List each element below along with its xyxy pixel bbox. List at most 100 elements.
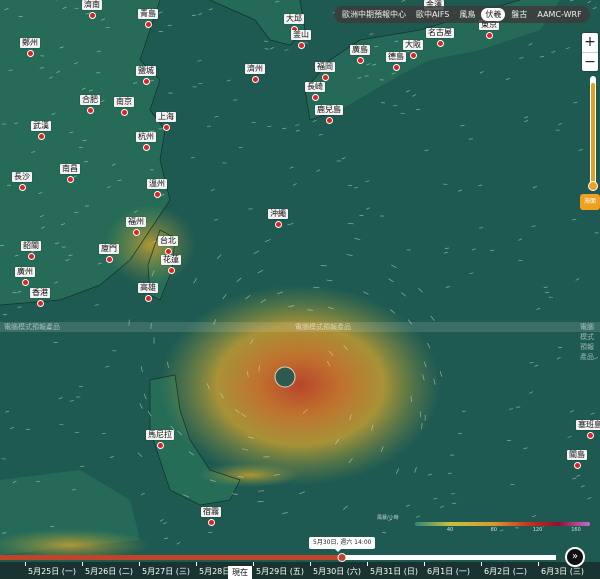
city-marker[interactable]: 南京 — [114, 97, 134, 116]
city-dot — [164, 248, 172, 255]
city-marker[interactable]: 花蓮 — [161, 255, 181, 274]
city-marker[interactable]: 鹽城 — [136, 66, 156, 85]
watermark-text: 電腦模式預報產品 — [580, 323, 594, 361]
city-marker[interactable]: 濟州 — [245, 64, 265, 83]
timeline-day-label[interactable]: 5月25日 (一) — [28, 566, 76, 577]
city-label: 杭州 — [136, 132, 156, 142]
city-dot — [26, 50, 34, 57]
city-marker[interactable]: 馬尼拉 — [146, 430, 174, 449]
city-dot — [21, 279, 29, 286]
city-label: 廣州 — [15, 267, 35, 277]
model-fengniao[interactable]: 風鳥 — [455, 8, 479, 21]
city-marker[interactable]: 香港 — [30, 288, 50, 307]
watermark-band: 電腦模式預報產品 電腦模式預報產品 電腦模式預報產品 — [0, 322, 600, 361]
legend-tick: 80 — [490, 527, 497, 533]
timeline-day-label[interactable]: 5月29日 (五) — [256, 566, 304, 577]
city-label: 德島 — [386, 52, 406, 62]
city-label: 南京 — [114, 97, 134, 107]
zoom-in-button[interactable]: + — [582, 33, 598, 52]
model-fuxi[interactable]: 伏羲 — [481, 8, 506, 21]
model-aamc-wrf[interactable]: AAMC-WRF — [533, 9, 585, 20]
city-marker[interactable]: 福州 — [126, 217, 146, 236]
city-label: 鹽城 — [136, 66, 156, 76]
timeline-day-label[interactable]: 5月26日 (二) — [85, 566, 133, 577]
city-marker[interactable]: 宿霧 — [201, 507, 221, 526]
timeline-day-label[interactable]: 5月27日 (三) — [142, 566, 190, 577]
timeline-handle[interactable] — [337, 553, 347, 562]
city-dot — [142, 78, 150, 85]
city-label: 濟南 — [82, 0, 102, 10]
city-marker[interactable]: 廣島 — [350, 45, 370, 64]
city-marker[interactable]: 溫州 — [147, 179, 167, 198]
weather-map[interactable] — [0, 0, 600, 579]
city-dot — [436, 40, 444, 47]
timeline-days: 5月25日 (一) 5月26日 (二) 5月27日 (三) 5月28日 (四) 5月29… — [0, 562, 600, 579]
city-dot — [485, 32, 493, 39]
model-pangu[interactable]: 盤古 — [507, 8, 531, 21]
city-marker[interactable]: 鹿兒島 — [315, 105, 343, 124]
city-marker[interactable]: 杭州 — [136, 132, 156, 151]
level-label[interactable]: 海面 — [580, 194, 600, 210]
timeline-day-label[interactable]: 5月31日 (日) — [370, 566, 418, 577]
city-dot — [132, 229, 140, 236]
city-marker[interactable]: 濟南 — [82, 0, 102, 19]
city-marker[interactable]: 台北 — [158, 236, 178, 255]
model-ecmwf[interactable]: 歐洲中期預報中心 — [338, 8, 410, 21]
city-label: 廣島 — [350, 45, 370, 55]
city-dot — [153, 191, 161, 198]
legend-tick: 120 — [532, 527, 543, 533]
city-marker[interactable]: 釜山 — [291, 30, 311, 49]
city-label: 武漢 — [31, 121, 51, 131]
city-marker[interactable]: 鄭州 — [20, 38, 40, 57]
city-marker[interactable]: 塞班島 — [576, 420, 600, 439]
city-marker[interactable]: 沖繩 — [268, 209, 288, 228]
city-marker[interactable]: 德島 — [386, 52, 406, 71]
city-marker[interactable]: 大阪 — [403, 40, 423, 59]
city-dot — [18, 184, 26, 191]
city-dot — [37, 133, 45, 140]
city-dot — [88, 12, 96, 19]
city-marker[interactable]: 上海 — [156, 112, 176, 131]
city-marker[interactable]: 名古屋 — [426, 28, 454, 47]
city-marker[interactable]: 長沙 — [12, 172, 32, 191]
legend-tick: 40 — [446, 527, 454, 533]
city-marker[interactable]: 長崎 — [305, 82, 325, 101]
timeline-day-label[interactable]: 5月30日 (六) — [313, 566, 361, 577]
city-marker[interactable]: 廈門 — [99, 244, 119, 263]
city-marker[interactable]: 廣州 — [15, 267, 35, 286]
zoom-out-button[interactable]: − — [582, 52, 598, 71]
level-slider[interactable] — [588, 76, 598, 192]
timeline-track[interactable] — [0, 553, 556, 562]
timeline-tick — [481, 562, 482, 566]
city-label: 名古屋 — [426, 28, 454, 38]
timeline-day-label[interactable]: 6月3日 (三) — [541, 566, 584, 577]
city-label: 釜山 — [291, 30, 311, 40]
timeline-day-label[interactable]: 6月2日 (二) — [484, 566, 527, 577]
city-label: 合肥 — [80, 95, 100, 105]
city-dot — [251, 76, 259, 83]
city-label: 鄭州 — [20, 38, 40, 48]
city-dot — [297, 42, 305, 49]
city-dot — [86, 107, 94, 114]
watermark-text: 電腦模式預報產品 — [4, 323, 60, 331]
city-dot — [156, 442, 164, 449]
city-label: 長崎 — [305, 82, 325, 92]
legend-title: 風暴/小時 — [377, 515, 399, 521]
timeline-day-label[interactable]: 6月1日 (一) — [427, 566, 470, 577]
wind-legend: 風暴/小時 40 80 120 160 — [377, 515, 590, 534]
model-aifs[interactable]: 歐中AIFS — [412, 8, 453, 21]
city-marker[interactable]: 韶關 — [21, 241, 41, 260]
city-marker[interactable]: 青島 — [138, 9, 158, 28]
city-marker[interactable]: 高雄 — [138, 283, 158, 302]
timeline-tick — [367, 562, 368, 566]
city-marker[interactable]: 南昌 — [60, 164, 80, 183]
city-label: 關島 — [567, 450, 587, 460]
watermark-text: 電腦模式預報產品 — [295, 323, 351, 331]
city-marker[interactable]: 合肥 — [80, 95, 100, 114]
play-button[interactable]: » — [565, 547, 585, 567]
now-marker: 現在 — [228, 566, 252, 579]
city-marker[interactable]: 關島 — [567, 450, 587, 469]
city-marker[interactable]: 福岡 — [315, 62, 335, 81]
city-marker[interactable]: 武漢 — [31, 121, 51, 140]
typhoon-eye — [274, 366, 296, 388]
